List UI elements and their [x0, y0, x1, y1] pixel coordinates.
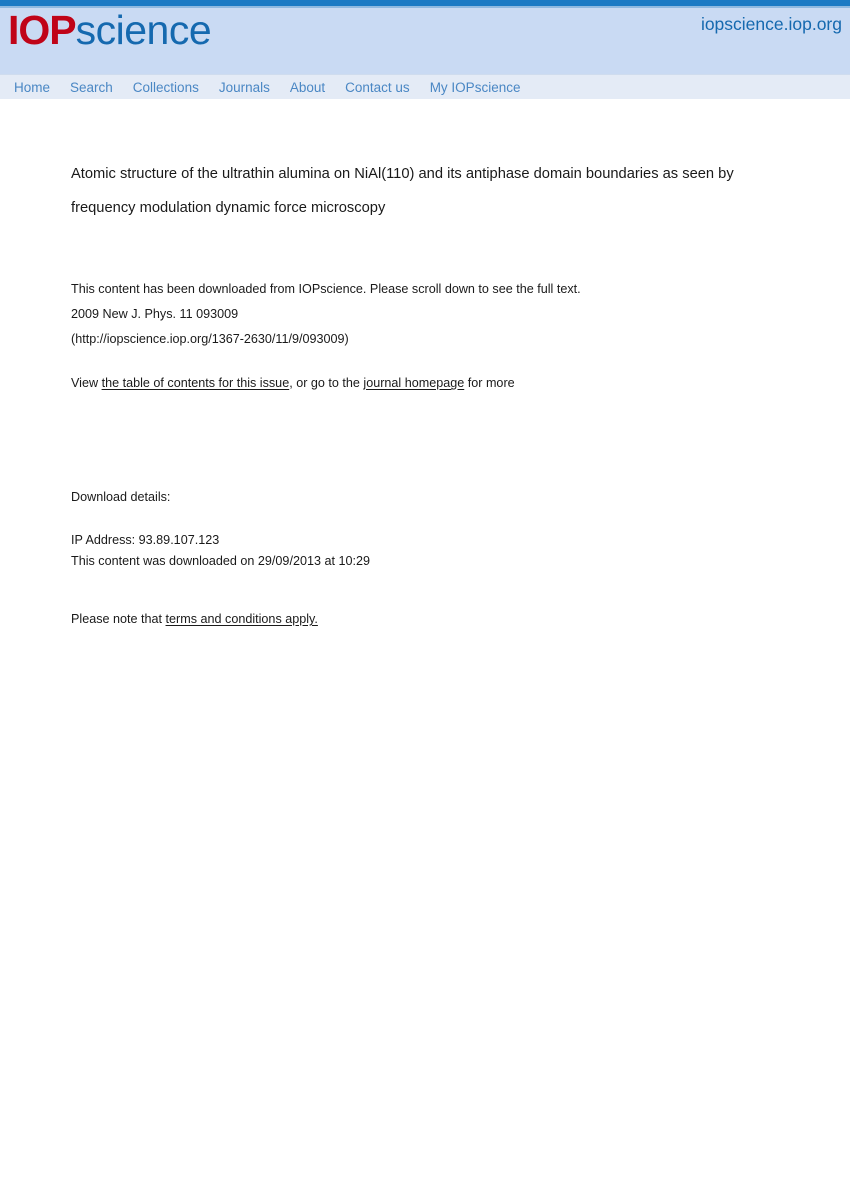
nav-item-search[interactable]: Search [70, 80, 113, 95]
view-more-line: View the table of contents for this issu… [71, 373, 790, 393]
terms-notice: Please note that terms and conditions ap… [71, 609, 790, 629]
download-details-heading: Download details: [71, 490, 171, 504]
article-citation: 2009 New J. Phys. 11 093009 [71, 307, 239, 321]
view-middle: , or go to the [289, 376, 364, 390]
notice-line-1: This content has been downloaded from IO… [71, 282, 581, 296]
link-terms-and-conditions[interactable]: terms and conditions apply. [166, 612, 318, 626]
download-ip-address: IP Address: 93.89.107.123 [71, 533, 220, 547]
logo-text-iop: IOP [8, 7, 77, 53]
view-prefix: View [71, 376, 102, 390]
nav-item-collections[interactable]: Collections [133, 80, 199, 95]
main-navigation: Home Search Collections Journals About C… [0, 74, 850, 99]
download-notice: This content has been downloaded from IO… [71, 277, 790, 352]
article-url: (http://iopscience.iop.org/1367-2630/11/… [71, 332, 349, 346]
logo-text-science: science [75, 7, 212, 53]
view-suffix: for more [464, 376, 515, 390]
site-url-label[interactable]: iopscience.iop.org [701, 14, 842, 35]
cover-page-content: Atomic structure of the ultrathin alumin… [0, 99, 850, 629]
nav-item-home[interactable]: Home [14, 80, 50, 95]
nav-item-contact-us[interactable]: Contact us [345, 80, 410, 95]
iopscience-logo[interactable]: IOPscience [8, 7, 212, 53]
download-details-block: IP Address: 93.89.107.123 This content w… [71, 530, 790, 572]
nav-item-journals[interactable]: Journals [219, 80, 270, 95]
article-title: Atomic structure of the ultrathin alumin… [71, 166, 734, 216]
site-header: IOPscience iopscience.iop.org [0, 8, 850, 74]
link-journal-homepage[interactable]: journal homepage [363, 376, 464, 390]
nav-item-about[interactable]: About [290, 80, 325, 95]
download-timestamp: This content was downloaded on 29/09/201… [71, 554, 370, 568]
nav-item-my-iopscience[interactable]: My IOPscience [430, 80, 521, 95]
link-table-of-contents[interactable]: the table of contents for this issue [102, 376, 290, 390]
terms-prefix: Please note that [71, 612, 166, 626]
